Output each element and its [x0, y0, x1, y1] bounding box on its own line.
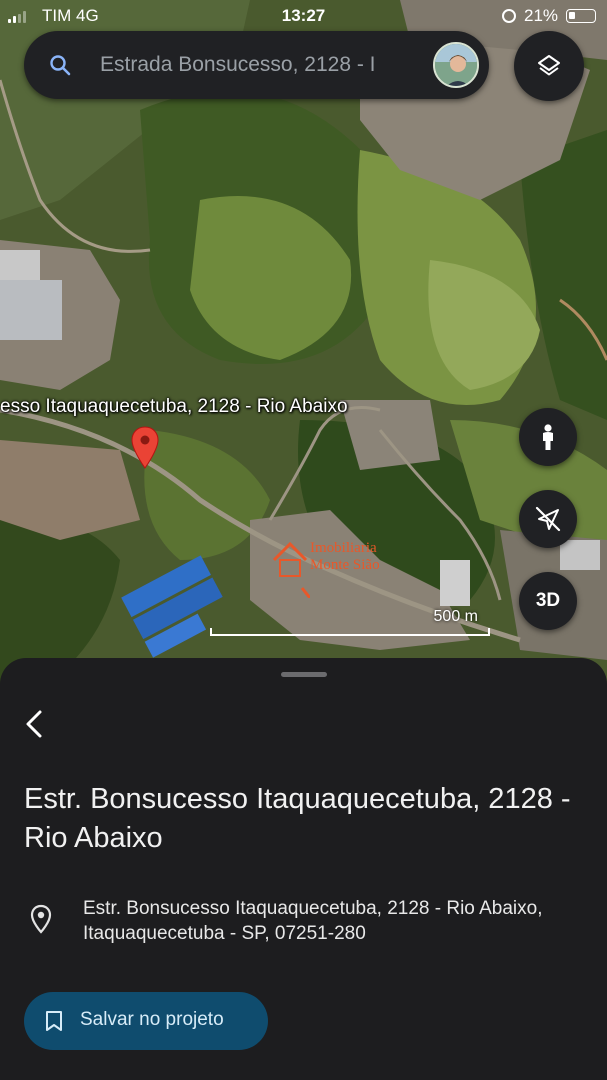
scale-line — [210, 628, 490, 636]
status-bar: TIM 4G 13:27 21% — [0, 0, 607, 32]
3d-button[interactable]: 3D — [519, 572, 577, 630]
watermark-logo: Imobiliaria Monte Sião — [270, 538, 400, 604]
compass-button[interactable] — [519, 490, 577, 548]
place-address[interactable]: Estr. Bonsucesso Itaquaquecetuba, 2128 -… — [83, 896, 593, 946]
scale-bar: 500 m — [210, 606, 490, 636]
search-input[interactable]: Estrada Bonsucesso, 2128 - I — [100, 53, 422, 77]
place-bottom-sheet[interactable]: Estr. Bonsucesso Itaquaquecetuba, 2128 -… — [0, 658, 607, 1080]
avatar[interactable] — [433, 42, 479, 88]
pegman-icon — [543, 424, 553, 450]
rotation-lock-icon — [502, 9, 516, 23]
battery-icon — [566, 9, 596, 23]
search-icon[interactable] — [48, 53, 72, 77]
drag-handle[interactable] — [281, 672, 327, 677]
save-to-project-button[interactable]: Salvar no projeto — [24, 992, 268, 1050]
back-arrow-icon[interactable] — [18, 706, 50, 742]
watermark-line1: Imobiliaria — [310, 540, 377, 556]
place-title: Estr. Bonsucesso Itaquaquecetuba, 2128 -… — [24, 783, 571, 854]
address-pin-icon — [30, 904, 52, 934]
location-pin-icon[interactable] — [131, 426, 159, 470]
battery-percent: 21% — [524, 6, 559, 25]
layers-button[interactable] — [514, 31, 584, 101]
compass-off-icon — [535, 506, 561, 532]
bookmark-icon — [46, 1011, 62, 1031]
search-bar[interactable]: Estrada Bonsucesso, 2128 - I — [24, 31, 489, 99]
map-place-label: esso Itaquaquecetuba, 2128 - Rio Abaixo — [0, 396, 348, 417]
watermark-line2: Monte Sião — [310, 557, 380, 573]
house-logo-icon — [272, 541, 312, 599]
street-view-button[interactable] — [519, 408, 577, 466]
scale-label: 500 m — [433, 608, 478, 625]
profile-photo — [435, 44, 477, 86]
save-button-label: Salvar no projeto — [80, 1009, 224, 1030]
layers-icon — [538, 55, 560, 76]
